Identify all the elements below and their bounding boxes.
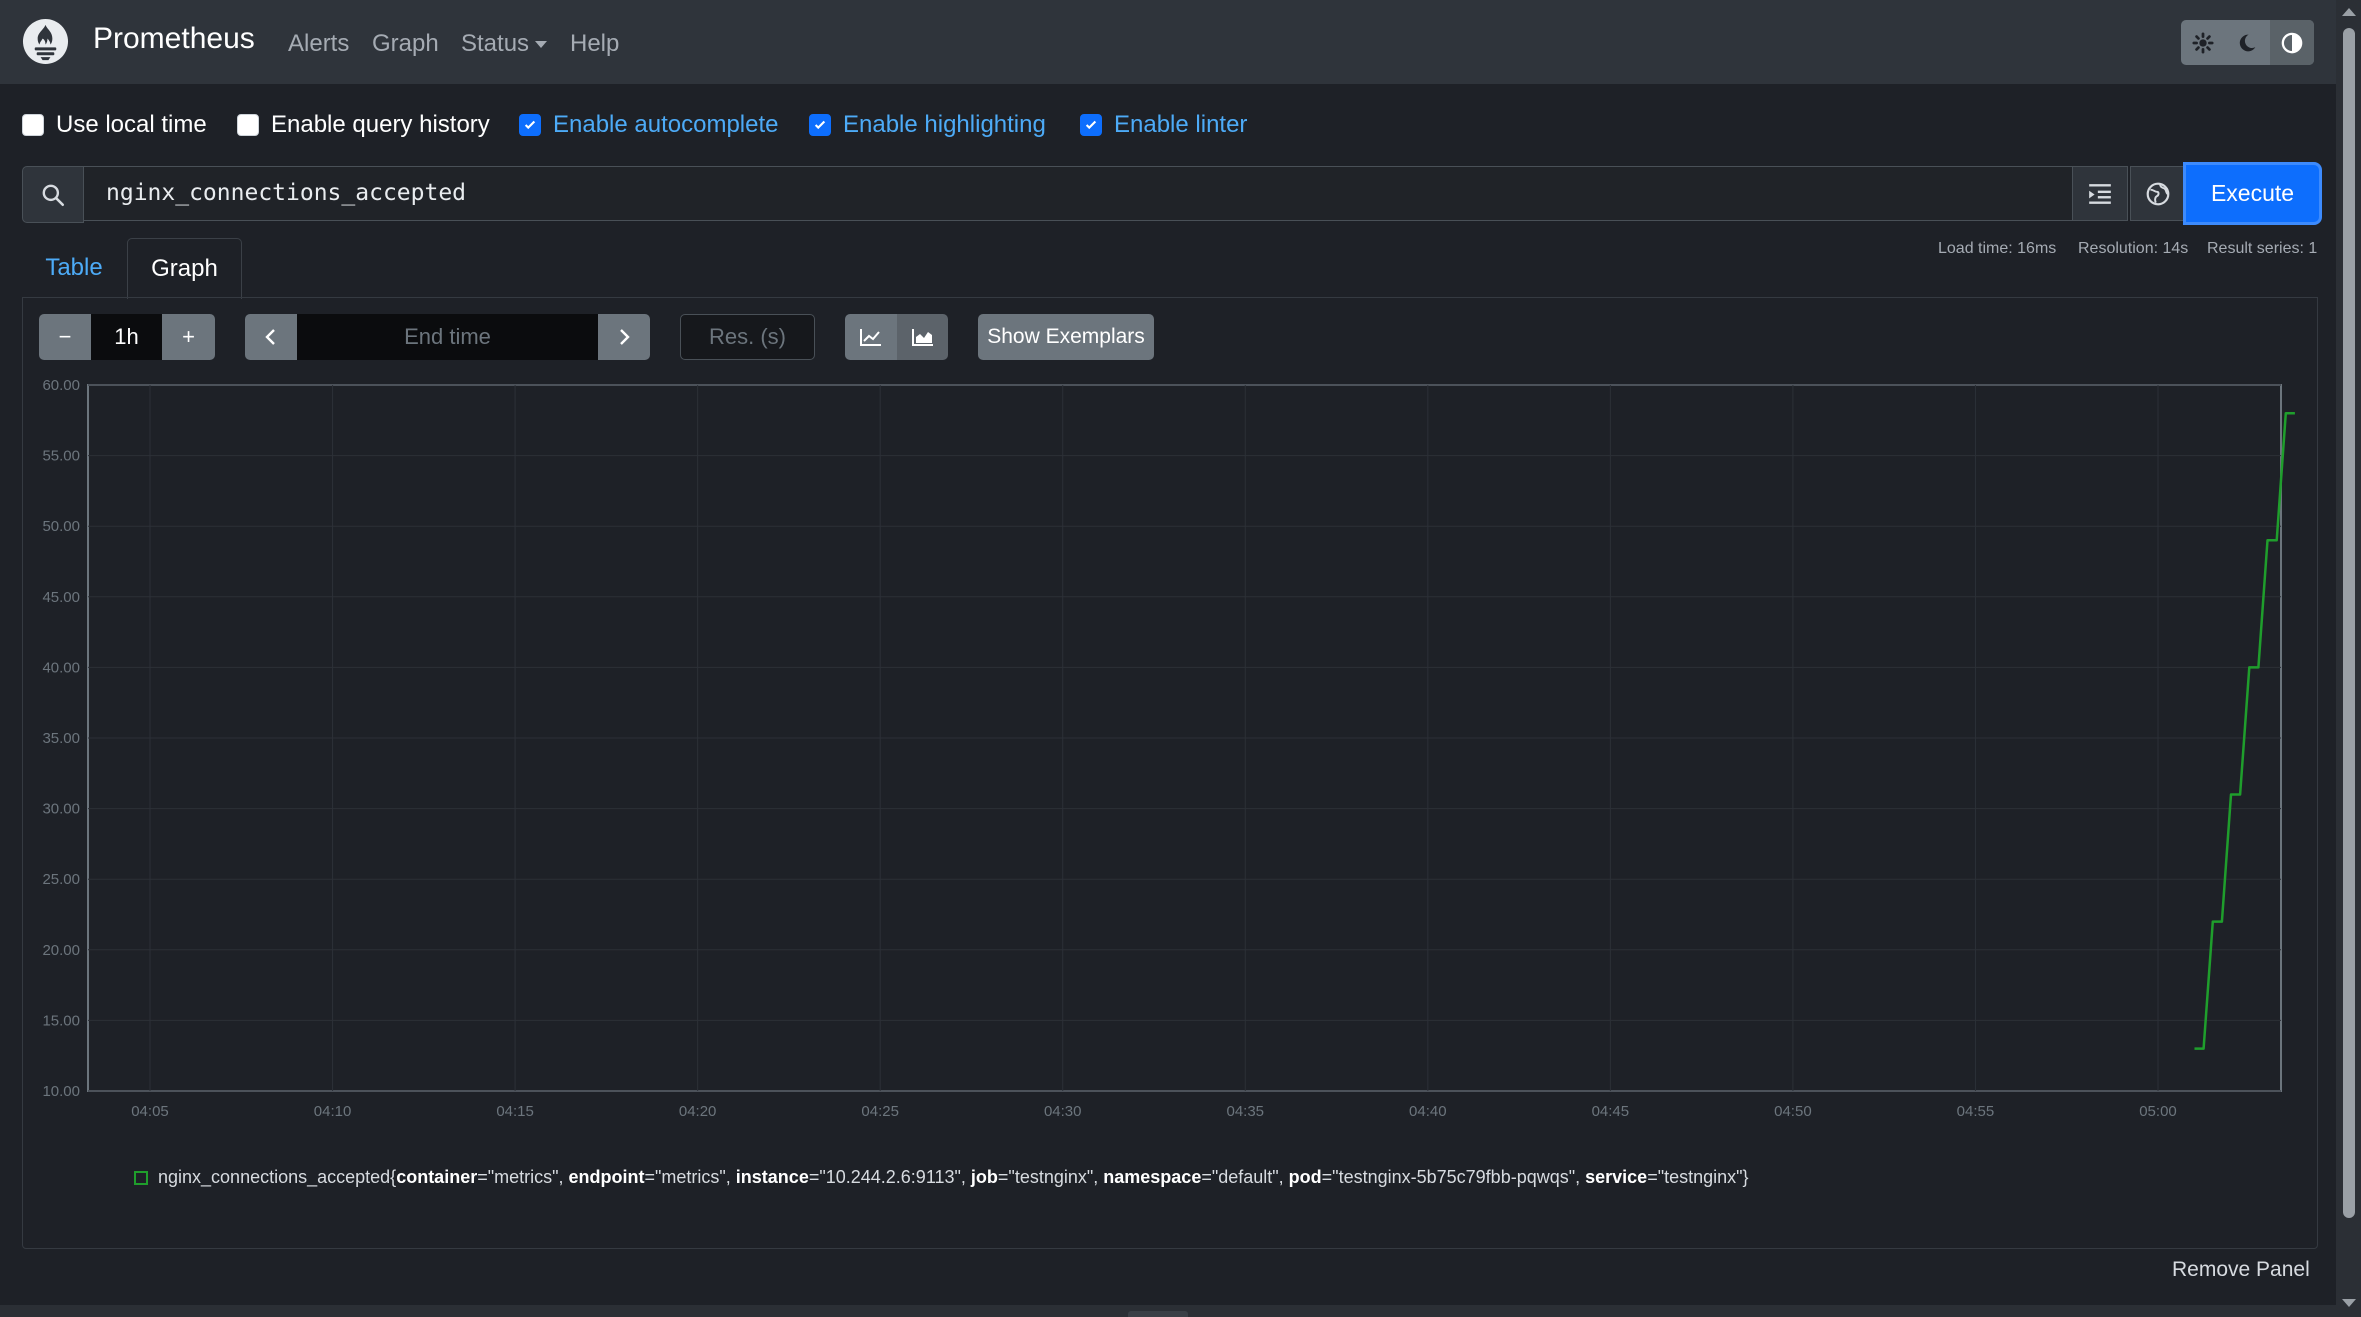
legend-label-pair: job="testnginx", [971,1167,1103,1187]
y-tick-label: 30.00 [42,801,80,818]
legend-label-key: namespace [1103,1167,1202,1187]
legend-label-value: ="metrics", [477,1167,569,1187]
legend-label-key: pod [1288,1167,1322,1187]
remove-panel-link[interactable]: Remove Panel [2172,1258,2310,1282]
y-tick-label: 60.00 [42,377,80,394]
legend-label-key: job [970,1167,998,1187]
x-tick-label: 04:35 [1226,1103,1264,1120]
legend-label-pair: endpoint="metrics", [569,1167,736,1187]
y-tick-label: 25.00 [42,871,80,888]
legend-label-value: ="default", [1201,1167,1289,1187]
y-tick-label: 10.00 [42,1083,80,1100]
x-tick-label: 04:55 [1957,1103,1995,1120]
legend-label-pair: namespace="default", [1103,1167,1288,1187]
legend-metric-name: nginx_connections_accepted [158,1167,391,1187]
x-tick-label: 04:40 [1409,1103,1447,1120]
scrollbar-thumb[interactable] [2343,28,2355,1218]
legend-label-pair: container="metrics", [396,1167,568,1187]
legend-label-pair: instance="10.244.2.6:9113", [736,1167,971,1187]
scroll-down-icon[interactable] [2342,1299,2356,1307]
y-tick-label: 15.00 [42,1012,80,1029]
legend-label-key: service [1585,1167,1648,1187]
bottom-handle [1128,1311,1188,1317]
y-tick-label: 55.00 [42,448,80,465]
series-color-swatch [134,1170,148,1185]
x-tick-label: 04:05 [131,1103,169,1120]
x-tick-label: 04:25 [861,1103,899,1120]
y-tick-label: 45.00 [42,589,80,606]
x-tick-label: 04:50 [1774,1103,1812,1120]
legend-label-key: container [396,1167,478,1187]
legend-label-value: ="metrics", [644,1167,736,1187]
series-line [2194,411,2295,1050]
legend-label-value: ="testnginx" [1647,1167,1743,1187]
legend-labels: container="metrics", endpoint="metrics",… [396,1167,1742,1188]
time-series-chart[interactable]: 60.00 55.00 50.00 45.00 40.00 35.00 30.00 25.00… [0,0,2361,1317]
x-tick-label: 04:30 [1044,1103,1082,1120]
legend-label-value: ="testnginx", [997,1167,1104,1187]
y-tick-label: 20.00 [42,942,80,959]
x-tick-label: 04:10 [314,1103,352,1120]
y-tick-label: 35.00 [42,730,80,747]
legend-label-key: instance [735,1167,809,1187]
y-tick-label: 40.00 [42,659,80,676]
series-legend[interactable]: nginx_connections_accepted { container="… [134,1167,1749,1188]
legend-label-value: ="testnginx-5b75c79fbb-pqwqs", [1321,1167,1586,1187]
y-tick-label: 50.00 [42,518,80,535]
x-tick-label: 04:15 [496,1103,534,1120]
legend-label-pair: service="testnginx" [1585,1167,1742,1187]
x-tick-label: 05:00 [2139,1103,2177,1120]
legend-close-brace: } [1742,1167,1749,1187]
x-tick-label: 04:20 [679,1103,717,1120]
legend-label-value: ="10.244.2.6:9113", [808,1167,971,1187]
legend-label-key: endpoint [568,1167,645,1187]
legend-label-pair: pod="testnginx-5b75c79fbb-pqwqs", [1289,1167,1585,1187]
x-tick-label: 04:45 [1592,1103,1630,1120]
scroll-up-icon[interactable] [2342,8,2356,16]
